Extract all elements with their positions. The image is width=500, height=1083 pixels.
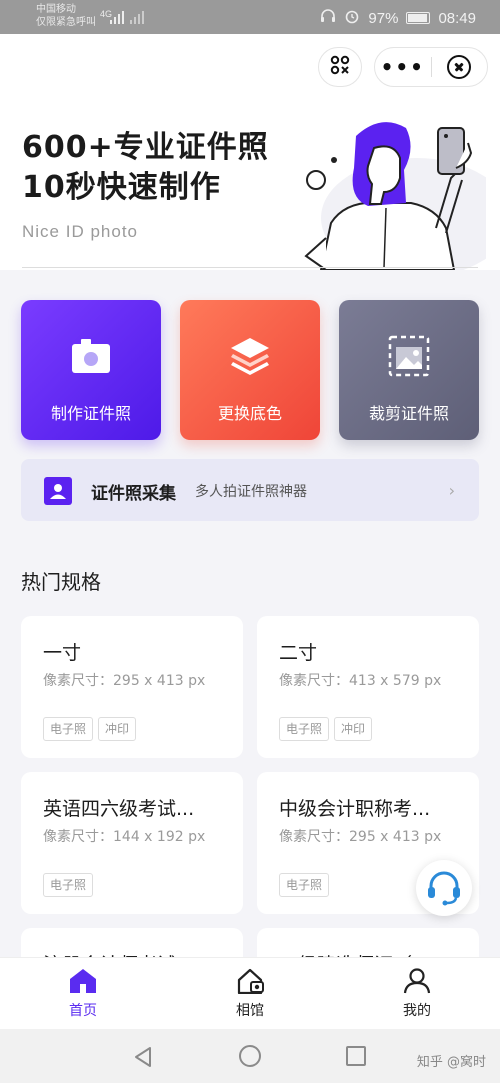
hero-subtitle: Nice ID photo bbox=[22, 222, 138, 241]
system-nav-bar: 知乎 @窝时 bbox=[0, 1029, 500, 1083]
watermark: 知乎 @窝时 bbox=[416, 1055, 486, 1070]
hero-title: 600+专业证件照 10秒快速制作 bbox=[22, 128, 269, 208]
hero-title-line1: 600+专业证件照 bbox=[22, 130, 269, 165]
change-background-button[interactable]: 更换底色 bbox=[180, 300, 320, 440]
spec-card[interactable]: 二寸 像素尺寸：413 x 579 px 电子照 冲印 bbox=[257, 616, 479, 758]
home-icon bbox=[70, 969, 96, 993]
tab-home-label: 首页 bbox=[69, 1003, 97, 1019]
spec-card[interactable]: 英语四六级考试... 像素尺寸：144 x 192 px 电子照 bbox=[21, 772, 243, 914]
scan-icon bbox=[329, 54, 351, 80]
recent-apps-icon[interactable] bbox=[346, 1046, 366, 1066]
carrier-name: 中国移动 bbox=[36, 4, 76, 15]
tab-studio[interactable]: 相馆 bbox=[200, 968, 300, 1020]
headset-icon bbox=[428, 871, 460, 906]
scan-button[interactable] bbox=[318, 47, 362, 87]
make-id-photo-button[interactable]: 制作证件照 bbox=[21, 300, 161, 440]
banner-description: 多人拍证件照神器 bbox=[195, 484, 307, 500]
capsule-menu: ••• bbox=[374, 47, 488, 87]
carrier-info: 中国移动 仅限紧急呼叫 bbox=[36, 3, 96, 29]
headphones-icon bbox=[320, 8, 336, 28]
status-bar: 中国移动 仅限紧急呼叫 4G 97% 08:49 bbox=[0, 0, 500, 34]
id-card-icon bbox=[44, 477, 72, 505]
hero-section: 600+专业证件照 10秒快速制作 Nice ID photo bbox=[0, 100, 500, 270]
spec-name: 二寸 bbox=[279, 642, 318, 664]
back-icon[interactable] bbox=[132, 1046, 154, 1068]
signal-icon-2 bbox=[130, 10, 144, 24]
spec-tag: 电子照 bbox=[43, 873, 94, 897]
studio-icon bbox=[237, 968, 264, 994]
tab-home[interactable]: 首页 bbox=[33, 968, 133, 1020]
chevron-right-icon: › bbox=[448, 481, 455, 500]
spec-size: 像素尺寸：295 x 413 px bbox=[279, 829, 442, 845]
change-background-label: 更换底色 bbox=[217, 404, 282, 423]
tab-profile[interactable]: 我的 bbox=[367, 968, 467, 1020]
alarm-icon bbox=[344, 8, 360, 28]
hero-divider bbox=[22, 267, 478, 268]
spec-name: 中级会计职称考... bbox=[279, 798, 431, 820]
crop-id-photo-label: 裁剪证件照 bbox=[368, 404, 449, 423]
spec-tag: 电子照 bbox=[43, 717, 94, 741]
customer-service-button[interactable] bbox=[416, 860, 472, 916]
spec-tag: 电子照 bbox=[279, 717, 330, 741]
home-circle-icon[interactable] bbox=[239, 1045, 261, 1067]
battery-percent: 97% bbox=[368, 9, 399, 27]
clock: 08:49 bbox=[438, 9, 476, 27]
spec-tag: 冲印 bbox=[98, 717, 137, 741]
top-bar: ••• bbox=[0, 34, 500, 100]
spec-name: 英语四六级考试... bbox=[43, 798, 195, 820]
more-button[interactable]: ••• bbox=[375, 47, 431, 87]
tab-profile-label: 我的 bbox=[403, 1003, 431, 1019]
tab-studio-label: 相馆 bbox=[236, 1003, 264, 1019]
camera-icon bbox=[69, 334, 113, 378]
banner-title: 证件照采集 bbox=[91, 484, 176, 504]
battery-icon bbox=[406, 12, 431, 24]
selfie-illustration bbox=[304, 122, 486, 270]
spec-size: 像素尺寸：144 x 192 px bbox=[43, 829, 206, 845]
photo-collection-banner[interactable]: 证件照采集 多人拍证件照神器 › bbox=[21, 459, 479, 521]
spec-size: 像素尺寸：295 x 413 px bbox=[43, 673, 206, 689]
crop-image-icon bbox=[387, 334, 431, 378]
spec-name: 一寸 bbox=[43, 642, 82, 664]
person-icon bbox=[403, 968, 431, 994]
make-id-photo-label: 制作证件照 bbox=[50, 404, 131, 423]
close-button[interactable] bbox=[431, 55, 487, 79]
tab-bar: 首页 相馆 我的 bbox=[0, 957, 500, 1029]
close-icon bbox=[447, 55, 472, 79]
spec-card[interactable]: 一寸 像素尺寸：295 x 413 px 电子照 冲印 bbox=[21, 616, 243, 758]
section-title: 热门规格 bbox=[21, 570, 101, 594]
hero-title-line2: 10秒快速制作 bbox=[22, 170, 221, 205]
layers-icon bbox=[228, 334, 272, 378]
signal-icon bbox=[110, 10, 124, 24]
spec-tag: 电子照 bbox=[279, 873, 330, 897]
carrier-emergency: 仅限紧急呼叫 bbox=[36, 17, 96, 28]
crop-id-photo-button[interactable]: 裁剪证件照 bbox=[339, 300, 479, 440]
spec-size: 像素尺寸：413 x 579 px bbox=[279, 673, 442, 689]
spec-tag: 冲印 bbox=[334, 717, 373, 741]
